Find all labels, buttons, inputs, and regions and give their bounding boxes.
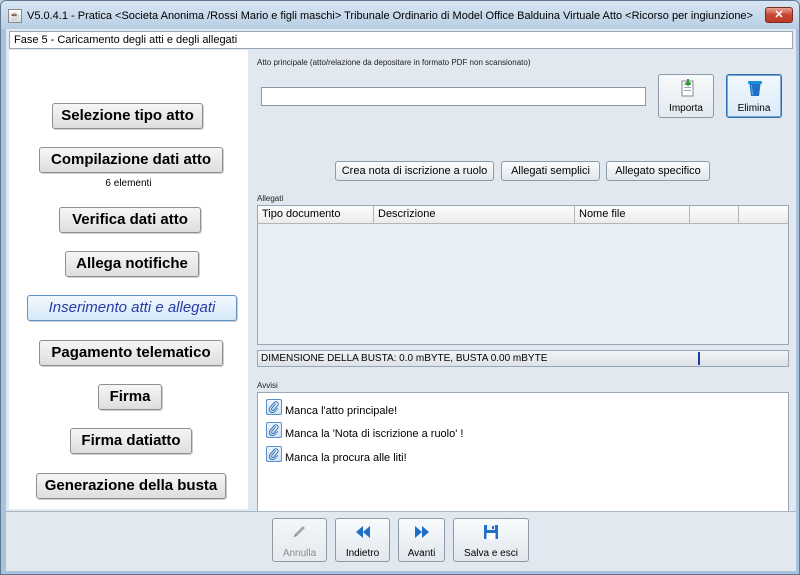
allegato-specifico-button[interactable]: Allegato specifico (606, 161, 710, 181)
avvisi-list: Manca l'atto principale! Manca la 'Nota … (257, 392, 789, 528)
client-area: Fase 5 - Caricamento degli atti e degli … (6, 29, 796, 571)
column-extra-2[interactable] (739, 206, 788, 223)
title-bar: ☕ V5.0.4.1 - Pratica <Societa Anonima /R… (1, 1, 799, 29)
navigation-bar: Annulla Indietro Avanti Salva e esci (6, 511, 796, 571)
allegati-semplici-button[interactable]: Allegati semplici (501, 161, 600, 181)
paperclip-icon (266, 446, 282, 462)
step-generazione-busta-button[interactable]: Generazione della busta (36, 473, 226, 499)
save-icon (484, 525, 498, 539)
paperclip-icon (266, 399, 282, 415)
warning-text: Manca l'atto principale! (285, 405, 398, 417)
import-icon (681, 79, 694, 97)
steps-sidebar: Selezione tipo atto Compilazione dati at… (9, 50, 248, 509)
column-nome-file[interactable]: Nome file (575, 206, 690, 223)
importa-button[interactable]: Importa (658, 74, 714, 118)
atto-principale-field[interactable] (261, 87, 646, 106)
indietro-label: Indietro (345, 548, 380, 559)
salva-e-esci-label: Salva e esci (464, 548, 518, 559)
allegati-label: Allegati (257, 194, 284, 203)
step-verifica-dati-atto-button[interactable]: Verifica dati atto (59, 207, 201, 233)
avanti-label: Avanti (407, 548, 436, 559)
annulla-button[interactable]: Annulla (272, 518, 327, 562)
step-pagamento-telematico-button[interactable]: Pagamento telematico (39, 340, 223, 366)
step-compilazione-count: 6 elementi (105, 178, 152, 189)
busta-size-text: DIMENSIONE DELLA BUSTA: 0.0 mBYTE, BUSTA… (261, 353, 548, 364)
crea-nota-iscrizione-button[interactable]: Crea nota di iscrizione a ruolo (335, 161, 494, 181)
busta-size-marker (698, 352, 700, 365)
atto-principale-label: Atto principale (atto/relazione da depos… (257, 58, 531, 67)
java-app-icon: ☕ (8, 9, 22, 23)
elimina-label: Elimina (737, 103, 771, 114)
avanti-button[interactable]: Avanti (398, 518, 445, 562)
pencil-icon (293, 526, 305, 537)
allegati-table[interactable]: Tipo documento Descrizione Nome file (257, 205, 789, 345)
step-firma-button[interactable]: Firma (98, 384, 162, 410)
step-firma-datiatto-button[interactable]: Firma datiatto (70, 428, 192, 454)
main-panel: Atto principale (atto/relazione da depos… (255, 53, 793, 528)
warning-text: Manca la procura alle liti! (285, 452, 407, 464)
elimina-button[interactable]: Elimina (726, 74, 782, 118)
importa-label: Importa (669, 103, 703, 114)
avvisi-label: Avvisi (257, 381, 278, 390)
application-window: ☕ V5.0.4.1 - Pratica <Societa Anonima /R… (0, 0, 800, 575)
paperclip-icon (266, 422, 282, 438)
step-compilazione-dati-atto-button[interactable]: Compilazione dati atto (39, 147, 223, 173)
indietro-button[interactable]: Indietro (335, 518, 390, 562)
window-title: V5.0.4.1 - Pratica <Societa Anonima /Ros… (27, 10, 753, 22)
step-selezione-tipo-atto-button[interactable]: Selezione tipo atto (52, 103, 203, 129)
annulla-label: Annulla (282, 548, 317, 559)
trash-icon (748, 81, 762, 96)
table-header: Tipo documento Descrizione Nome file (258, 206, 788, 224)
warning-text: Manca la 'Nota di iscrizione a ruolo' ! (285, 428, 464, 440)
step-inserimento-atti-allegati-button[interactable]: Inserimento atti e allegati (27, 295, 237, 321)
step-allega-notifiche-button[interactable]: Allega notifiche (65, 251, 199, 277)
salva-e-esci-button[interactable]: Salva e esci (453, 518, 529, 562)
column-tipo-documento[interactable]: Tipo documento (258, 206, 374, 223)
busta-size-bar: DIMENSIONE DELLA BUSTA: 0.0 mBYTE, BUSTA… (257, 350, 789, 367)
close-button[interactable]: ✕ (765, 7, 793, 23)
phase-title: Fase 5 - Caricamento degli atti e degli … (9, 31, 793, 49)
column-extra-1[interactable] (690, 206, 739, 223)
rewind-icon (355, 526, 370, 538)
fast-forward-icon (414, 526, 429, 538)
column-descrizione[interactable]: Descrizione (374, 206, 575, 223)
